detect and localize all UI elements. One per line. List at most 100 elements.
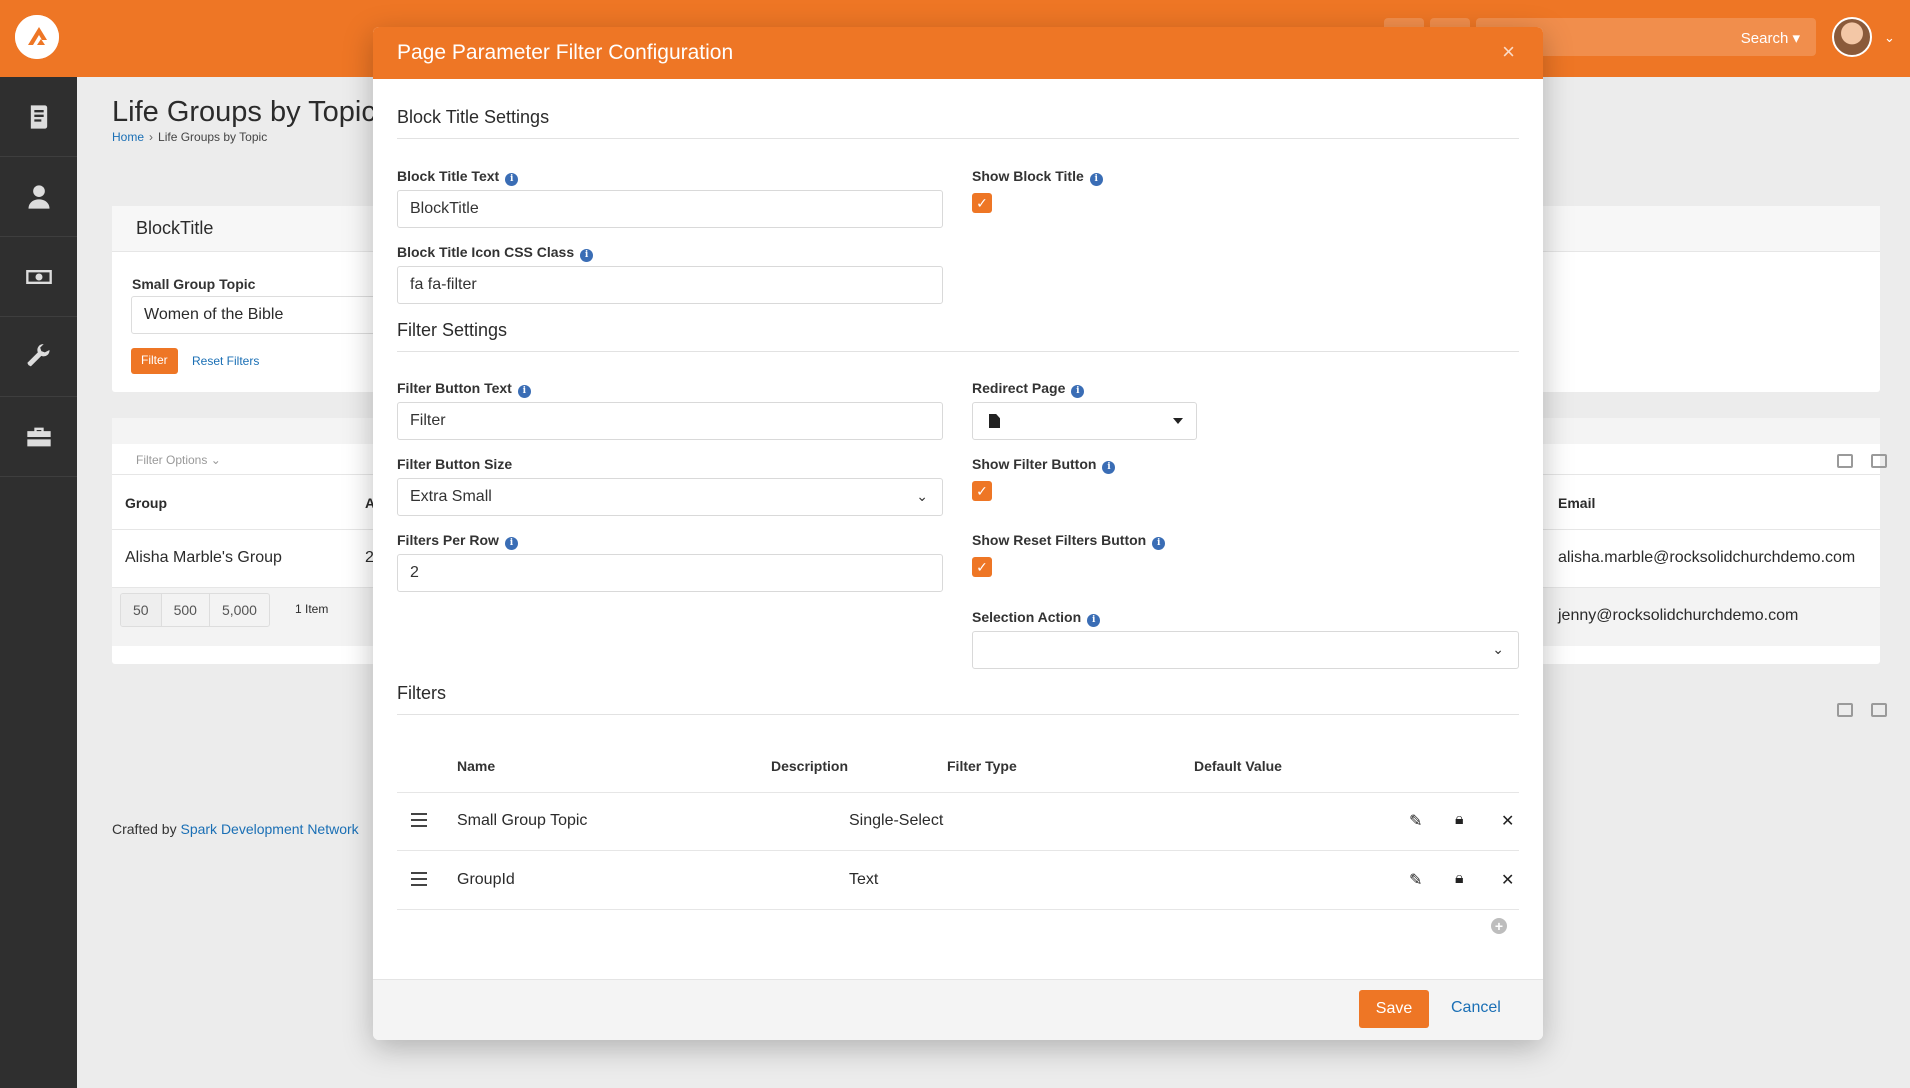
section-divider xyxy=(397,138,1519,139)
show-reset-filters-label: Show Reset Filters Button i xyxy=(972,532,1166,550)
email-cell: jenny@rocksolidchurchdemo.com xyxy=(1558,607,1799,624)
info-icon[interactable]: i xyxy=(580,249,594,262)
block-title-text-input[interactable]: BlockTitle xyxy=(397,190,943,228)
filter-button-size-label: Filter Button Size xyxy=(397,456,513,472)
filter-type: Text xyxy=(849,871,879,888)
drag-handle-icon[interactable] xyxy=(411,872,427,886)
section-divider xyxy=(397,351,1519,352)
selection-action-select[interactable]: ⌄ xyxy=(972,631,1519,669)
crafted-by-text: Crafted by xyxy=(112,821,177,837)
nav-item-people[interactable] xyxy=(0,157,77,237)
filters-column-name: Name xyxy=(457,758,496,774)
page-size-500[interactable]: 500 xyxy=(162,594,210,626)
nav-item-content[interactable] xyxy=(0,77,77,157)
filter-button[interactable]: Filter xyxy=(131,348,178,374)
filters-per-row-input[interactable]: 2 xyxy=(397,554,943,592)
show-reset-filters-checkbox[interactable]: ✓ xyxy=(972,557,992,577)
info-icon[interactable]: i xyxy=(1102,461,1116,474)
info-icon[interactable]: i xyxy=(1071,385,1085,398)
filter-row: Small Group Topic Single-Select ✎ 🔒︎ ✕ xyxy=(397,793,1519,851)
book-icon xyxy=(30,104,47,129)
briefcase-icon xyxy=(26,427,51,446)
column-header-group[interactable]: Group xyxy=(125,495,167,511)
show-filter-button-label: Show Filter Button i xyxy=(972,456,1116,474)
close-icon[interactable]: × xyxy=(1502,39,1515,65)
edit-pencil-icon[interactable]: ✎ xyxy=(1409,811,1422,831)
page-size-5000[interactable]: 5,000 xyxy=(210,594,269,626)
delete-icon[interactable]: ✕ xyxy=(1501,870,1514,890)
item-count: 1 Item xyxy=(295,602,329,616)
group-name-cell: Alisha Marble's Group xyxy=(125,549,282,566)
add-filter-icon[interactable]: + xyxy=(1491,918,1507,934)
filter-name: Small Group Topic xyxy=(457,812,588,829)
show-block-title-checkbox[interactable]: ✓ xyxy=(972,193,992,213)
copy-icon[interactable] xyxy=(1871,454,1887,468)
block-title-icon-css-label: Block Title Icon CSS Class i xyxy=(397,244,594,262)
lock-icon[interactable]: 🔒︎ xyxy=(1455,870,1464,888)
info-icon[interactable]: i xyxy=(1152,537,1166,550)
filter-name: GroupId xyxy=(457,871,515,888)
filter-type: Single-Select xyxy=(849,812,944,829)
info-icon[interactable]: i xyxy=(505,173,519,186)
show-block-title-label: Show Block Title i xyxy=(972,168,1103,186)
redirect-page-picker[interactable] xyxy=(972,402,1197,440)
caret-down-icon xyxy=(1173,418,1183,424)
user-avatar[interactable] xyxy=(1832,17,1872,57)
lock-icon[interactable]: 🔒︎ xyxy=(1455,811,1464,829)
info-icon[interactable]: i xyxy=(1087,614,1101,627)
info-icon[interactable]: i xyxy=(1089,173,1103,186)
grid-table-icon[interactable] xyxy=(1837,454,1853,468)
block-title-text-label: Block Title Text i xyxy=(397,168,519,186)
side-navigation xyxy=(0,77,77,1088)
small-group-topic-label: Small Group Topic xyxy=(132,276,256,292)
filters-column-description: Description xyxy=(771,758,849,774)
delete-icon[interactable]: ✕ xyxy=(1501,811,1514,831)
drag-handle-icon[interactable] xyxy=(411,813,427,827)
breadcrumb-separator: › xyxy=(149,130,154,144)
filter-settings-heading: Filter Settings xyxy=(397,320,508,340)
filter-block-title: BlockTitle xyxy=(136,218,214,238)
filters-column-filter-type: Filter Type xyxy=(947,758,1017,774)
block-title-icon-css-input[interactable]: fa fa-filter xyxy=(397,266,943,304)
nav-item-tools[interactable] xyxy=(0,317,77,397)
block-title-settings-heading: Block Title Settings xyxy=(397,107,550,127)
filter-button-size-select[interactable]: Extra Small ⌄ xyxy=(397,478,943,516)
info-icon[interactable]: i xyxy=(504,537,518,550)
chevron-down-icon: ⌄ xyxy=(916,488,928,504)
redirect-page-label: Redirect Page i xyxy=(972,380,1085,398)
breadcrumb: Home › Life Groups by Topic xyxy=(112,130,267,144)
spark-link[interactable]: Spark Development Network xyxy=(180,821,358,837)
search-dropdown-label[interactable]: Search ▾ xyxy=(1741,29,1800,47)
info-icon[interactable]: i xyxy=(517,385,531,398)
filters-per-row-label: Filters Per Row i xyxy=(397,532,518,550)
nav-item-finance[interactable] xyxy=(0,237,77,317)
show-filter-button-checkbox[interactable]: ✓ xyxy=(972,481,992,501)
page-size-selector: 50 500 5,000 xyxy=(120,593,270,627)
filter-button-text-label: Filter Button Text i xyxy=(397,380,531,398)
chevron-down-icon: ⌄ xyxy=(1492,641,1504,657)
filters-heading: Filters xyxy=(397,683,446,703)
rock-logo-icon xyxy=(15,15,59,59)
column-header-email[interactable]: Email xyxy=(1558,495,1595,511)
breadcrumb-home-link[interactable]: Home xyxy=(112,130,144,144)
section-divider xyxy=(397,714,1519,715)
filter-configuration-modal: Page Parameter Filter Configuration × Bl… xyxy=(373,27,1543,1040)
breadcrumb-current: Life Groups by Topic xyxy=(158,130,268,144)
filter-button-size-value: Extra Small xyxy=(410,488,492,505)
nav-item-admin[interactable] xyxy=(0,397,77,477)
filter-options-toggle[interactable]: Filter Options ⌄ xyxy=(136,453,221,467)
edit-pencil-icon[interactable]: ✎ xyxy=(1409,870,1422,890)
file-icon xyxy=(989,414,1000,428)
modal-title: Page Parameter Filter Configuration xyxy=(397,41,734,64)
filter-button-text-input[interactable]: Filter xyxy=(397,402,943,440)
cancel-button[interactable]: Cancel xyxy=(1451,999,1501,1017)
rock-logo[interactable] xyxy=(15,15,59,59)
save-button[interactable]: Save xyxy=(1359,990,1429,1028)
modal-header: Page Parameter Filter Configuration × xyxy=(373,27,1543,79)
filter-row: GroupId Text ✎ 🔒︎ ✕ xyxy=(397,852,1519,910)
reset-filters-link[interactable]: Reset Filters xyxy=(192,354,259,368)
copy-icon[interactable] xyxy=(1871,703,1887,717)
page-size-50[interactable]: 50 xyxy=(121,594,162,626)
grid-table-icon[interactable] xyxy=(1837,703,1853,717)
chevron-down-icon[interactable]: ⌄ xyxy=(1884,30,1895,46)
